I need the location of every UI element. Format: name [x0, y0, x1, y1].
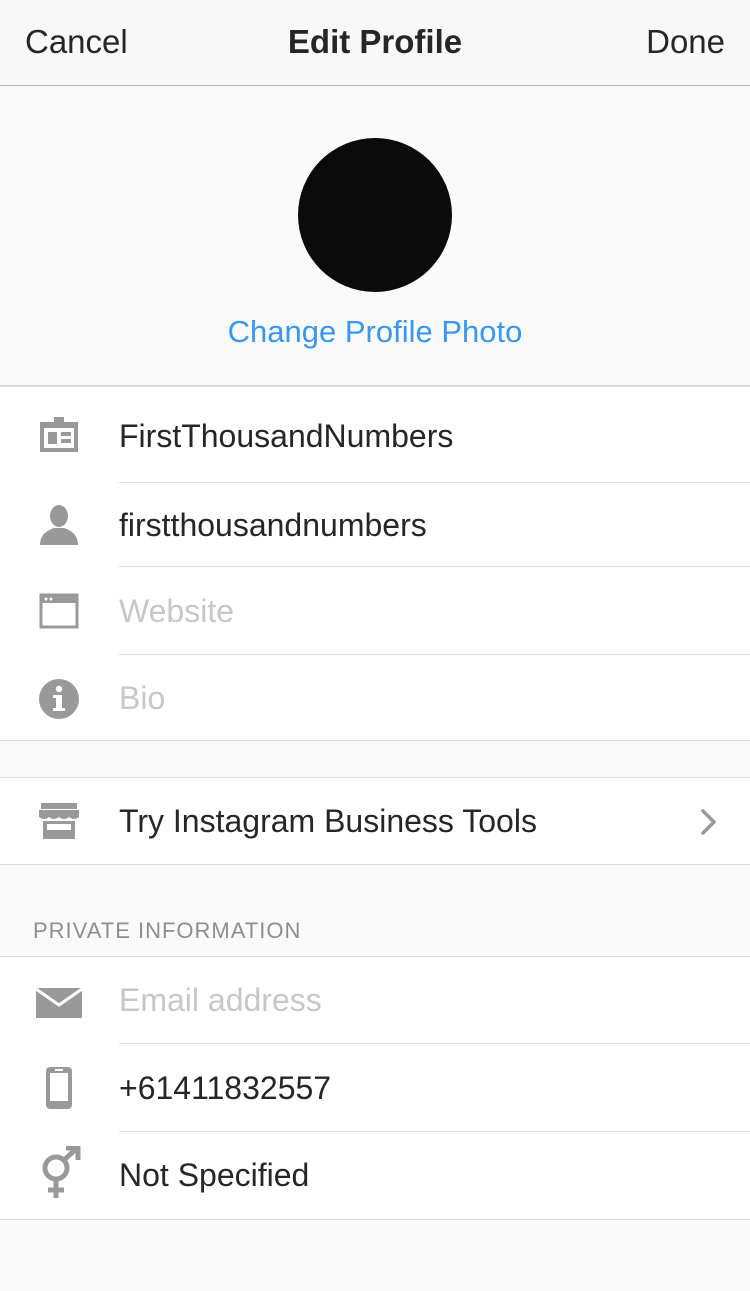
change-profile-photo-link[interactable]: Change Profile Photo	[0, 312, 750, 352]
phone-icon	[34, 1063, 84, 1113]
person-icon	[34, 500, 84, 550]
username-field-row[interactable]: firstthousandnumbers	[0, 483, 750, 567]
avatar[interactable]	[298, 138, 452, 292]
info-icon	[34, 674, 84, 724]
profile-fields-group: FirstThousandNumbers firstthousandnumber…	[0, 386, 750, 741]
phone-field-row[interactable]: +61411832557	[0, 1044, 750, 1132]
email-input[interactable]: Email address	[119, 982, 322, 1019]
id-card-icon	[34, 410, 84, 460]
bio-field-row[interactable]: Bio	[0, 655, 750, 742]
envelope-icon	[34, 978, 84, 1028]
gender-value: Not Specified	[119, 1157, 310, 1193]
website-field-row[interactable]: Website	[0, 567, 750, 655]
business-tools-row[interactable]: Try Instagram Business Tools	[0, 778, 750, 864]
business-tools-label: Try Instagram Business Tools	[119, 803, 537, 839]
username-value: firstthousandnumbers	[119, 507, 427, 543]
bio-input[interactable]: Bio	[119, 680, 165, 717]
gender-icon	[34, 1146, 84, 1198]
phone-value: +61411832557	[119, 1070, 332, 1106]
private-info-group: Email address +61411832557 Not Specified	[0, 956, 750, 1220]
business-tools-group: Try Instagram Business Tools	[0, 777, 750, 865]
name-field-row[interactable]: FirstThousandNumbers	[0, 387, 750, 483]
storefront-icon	[34, 796, 84, 846]
done-button[interactable]: Done	[646, 0, 725, 84]
email-field-row[interactable]: Email address	[0, 957, 750, 1044]
chevron-right-icon	[700, 808, 718, 841]
edit-profile-screen: Cancel Edit Profile Done Change Profile …	[0, 0, 750, 1291]
cancel-button[interactable]: Cancel	[25, 0, 128, 84]
browser-window-icon	[34, 586, 84, 636]
private-information-header: PRIVATE INFORMATION	[33, 918, 302, 943]
website-input[interactable]: Website	[119, 593, 234, 630]
name-value: FirstThousandNumbers	[119, 418, 454, 454]
navigation-bar: Cancel Edit Profile Done	[0, 0, 750, 86]
gender-field-row[interactable]: Not Specified	[0, 1132, 750, 1219]
profile-photo-section: Change Profile Photo	[0, 86, 750, 386]
